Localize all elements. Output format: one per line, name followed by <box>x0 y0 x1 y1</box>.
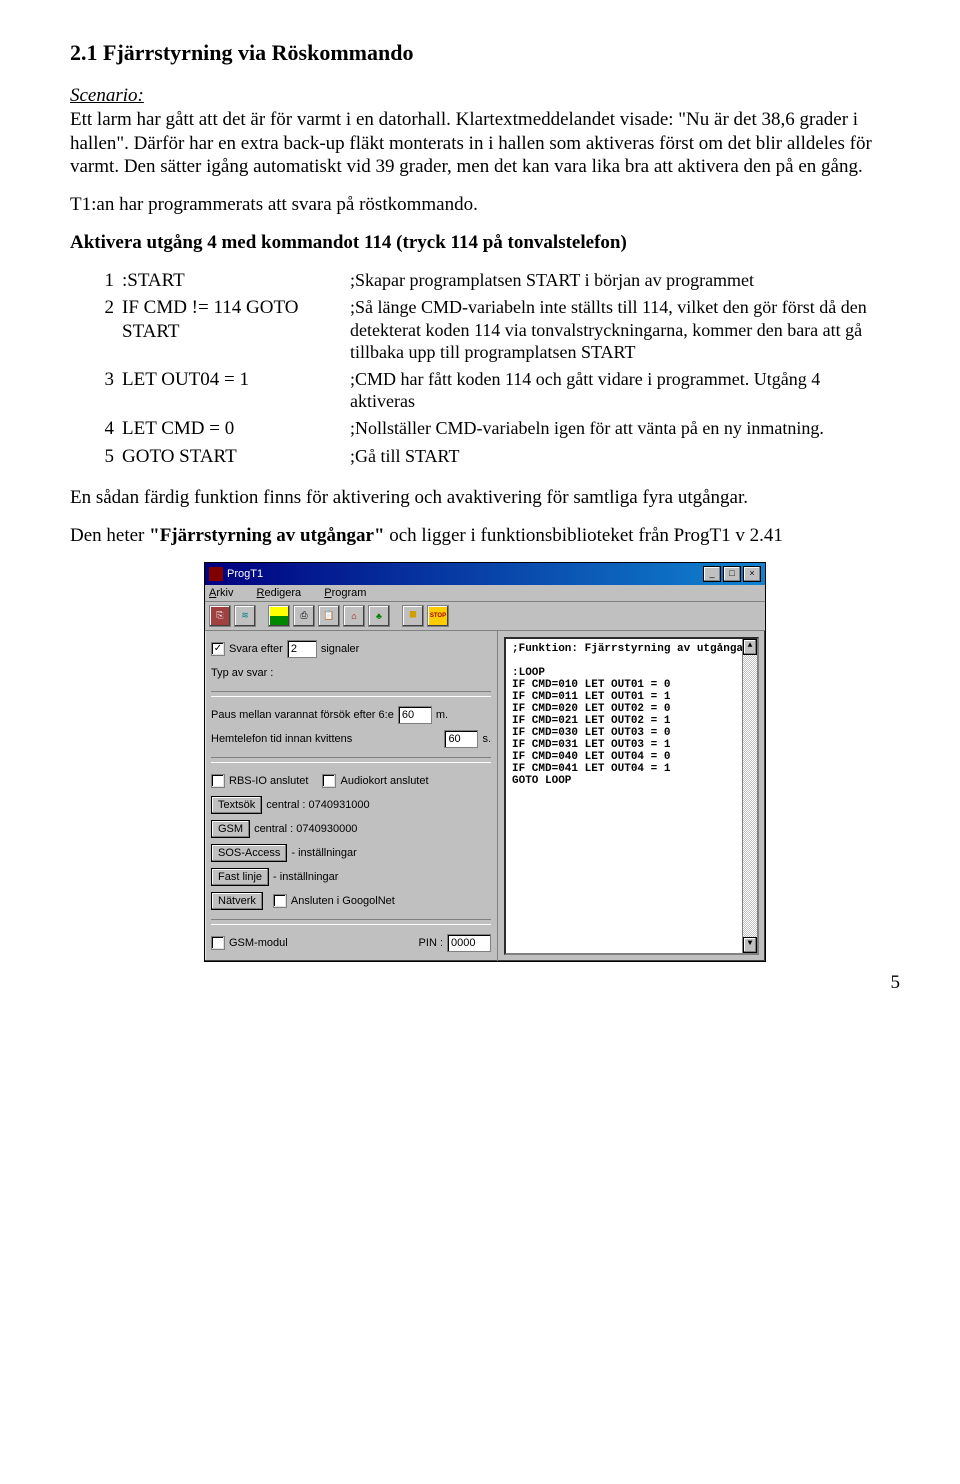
svara-input[interactable] <box>287 640 317 658</box>
pin-input[interactable] <box>447 934 491 952</box>
rbs-checkbox[interactable] <box>211 774 225 788</box>
code-row: 2IF CMD != 114 GOTO START;Så länge CMD-v… <box>90 296 879 368</box>
code-row: 4LET CMD = 0;Nollställer CMD-variabeln i… <box>90 417 879 445</box>
scenario-label: Scenario: <box>70 85 144 106</box>
hemtel-unit: s. <box>482 733 491 745</box>
toolbar-btn-2[interactable]: ≋ <box>234 605 256 627</box>
sos-label: - inställningar <box>291 847 356 859</box>
menubar: Arkiv Redigera Program <box>205 585 765 602</box>
svara-unit: signaler <box>321 643 360 655</box>
section-heading: 2.1 Fjärrstyrning via Röskommando <box>70 40 900 66</box>
code-row-number: 3 <box>90 368 122 417</box>
code-row-comment: ;Så länge CMD-variabeln inte ställts til… <box>350 296 879 368</box>
maximize-button[interactable]: □ <box>723 566 741 582</box>
code-row: 3LET OUT04 = 1;CMD har fått koden 114 oc… <box>90 368 879 417</box>
code-table: 1:START;Skapar programplatsen START i bö… <box>90 269 879 473</box>
code-row-comment: ;Gå till START <box>350 445 879 473</box>
sos-button[interactable]: SOS-Access <box>211 844 287 862</box>
scroll-up-icon[interactable]: ▲ <box>743 639 757 655</box>
menu-arkiv[interactable]: Arkiv <box>209 587 243 599</box>
toolbar: ⎘ ≋ ⎙ 📋 ⌂ ♣ ⯀ STOP <box>205 602 765 631</box>
code-row-comment: ;Skapar programplatsen START i början av… <box>350 269 879 297</box>
toolbar-btn-4[interactable]: ⎙ <box>293 605 315 627</box>
fast-button[interactable]: Fast linje <box>211 868 269 886</box>
code-row-code: LET CMD = 0 <box>122 417 350 445</box>
scrollbar[interactable]: ▲ ▼ <box>742 639 757 953</box>
code-editor[interactable]: ;Funktion: Fjärrstyrning av utgångar :LO… <box>504 637 759 955</box>
outro-paragraph-2: Den heter "Fjärrstyrning av utgångar" oc… <box>70 524 900 548</box>
function-name: "Fjärrstyrning av utgångar" <box>149 525 384 546</box>
outro-paragraph-1: En sådan färdig funktion finns för aktiv… <box>70 486 900 510</box>
gsmmodul-checkbox[interactable] <box>211 936 225 950</box>
toolbar-btn-6[interactable]: ⌂ <box>343 605 365 627</box>
natverk-button[interactable]: Nätverk <box>211 892 263 910</box>
page-number: 5 <box>70 972 900 994</box>
close-button[interactable]: × <box>743 566 761 582</box>
scroll-down-icon[interactable]: ▼ <box>743 937 757 953</box>
toolbar-btn-7[interactable]: ♣ <box>368 605 390 627</box>
toolbar-btn-1[interactable]: ⎘ <box>209 605 231 627</box>
code-row-code: LET OUT04 = 1 <box>122 368 350 417</box>
settings-pane: ✓ Svara efter signaler Typ av svar : Pau… <box>205 631 498 961</box>
svara-checkbox[interactable]: ✓ <box>211 642 225 656</box>
code-row-number: 2 <box>90 296 122 368</box>
googolnet-checkbox[interactable] <box>273 894 287 908</box>
textsok-label: central : 0740931000 <box>266 799 369 811</box>
gsm-label: central : 0740930000 <box>254 823 357 835</box>
rbs-label: RBS-IO anslutet <box>229 775 308 787</box>
audio-label: Audiokort anslutet <box>340 775 428 787</box>
minimize-button[interactable]: _ <box>703 566 721 582</box>
app-icon <box>209 567 223 581</box>
toolbar-btn-8[interactable]: ⯀ <box>402 605 424 627</box>
pin-label: PIN : <box>419 937 443 949</box>
paus-input[interactable] <box>398 706 432 724</box>
titlebar[interactable]: ProgT1 _ □ × <box>205 563 765 585</box>
code-row-comment: ;Nollställer CMD-variabeln igen för att … <box>350 417 879 445</box>
hemtel-input[interactable] <box>444 730 478 748</box>
audio-checkbox[interactable] <box>322 774 336 788</box>
code-content: ;Funktion: Fjärrstyrning av utgångar :LO… <box>512 643 749 787</box>
fast-label: - inställningar <box>273 871 338 883</box>
natverk-label: Ansluten i GoogolNet <box>291 895 395 907</box>
toolbar-btn-stop[interactable]: STOP <box>427 605 449 627</box>
paus-label: Paus mellan varannat försök efter 6:e <box>211 709 394 721</box>
code-row-number: 4 <box>90 417 122 445</box>
activate-heading: Aktivera utgång 4 med kommandot 114 (try… <box>70 231 900 255</box>
code-row-code: GOTO START <box>122 445 350 473</box>
gsm-button[interactable]: GSM <box>211 820 250 838</box>
code-row-comment: ;CMD har fått koden 114 och gått vidare … <box>350 368 879 417</box>
gsmmodul-label: GSM-modul <box>229 937 288 949</box>
code-row-number: 1 <box>90 269 122 297</box>
code-row-number: 5 <box>90 445 122 473</box>
hemtel-label: Hemtelefon tid innan kvittens <box>211 733 352 745</box>
t1-paragraph: T1:an har programmerats att svara på rös… <box>70 193 900 217</box>
paus-unit: m. <box>436 709 448 721</box>
svara-label: Svara efter <box>229 643 283 655</box>
menu-redigera[interactable]: Redigera <box>257 587 312 599</box>
textsok-button[interactable]: Textsök <box>211 796 262 814</box>
code-row-code: :START <box>122 269 350 297</box>
scenario-text: Ett larm har gått att det är för varmt i… <box>70 109 872 178</box>
code-row: 5GOTO START;Gå till START <box>90 445 879 473</box>
scenario-paragraph: Scenario: Ett larm har gått att det är f… <box>70 84 900 179</box>
code-row-code: IF CMD != 114 GOTO START <box>122 296 350 368</box>
toolbar-btn-3[interactable] <box>268 605 290 627</box>
window-title: ProgT1 <box>227 568 263 580</box>
progt1-window: ProgT1 _ □ × Arkiv Redigera Program ⎘ ≋ … <box>204 562 766 962</box>
menu-program[interactable]: Program <box>324 587 376 599</box>
toolbar-btn-5[interactable]: 📋 <box>318 605 340 627</box>
typ-label: Typ av svar : <box>211 667 273 679</box>
code-row: 1:START;Skapar programplatsen START i bö… <box>90 269 879 297</box>
